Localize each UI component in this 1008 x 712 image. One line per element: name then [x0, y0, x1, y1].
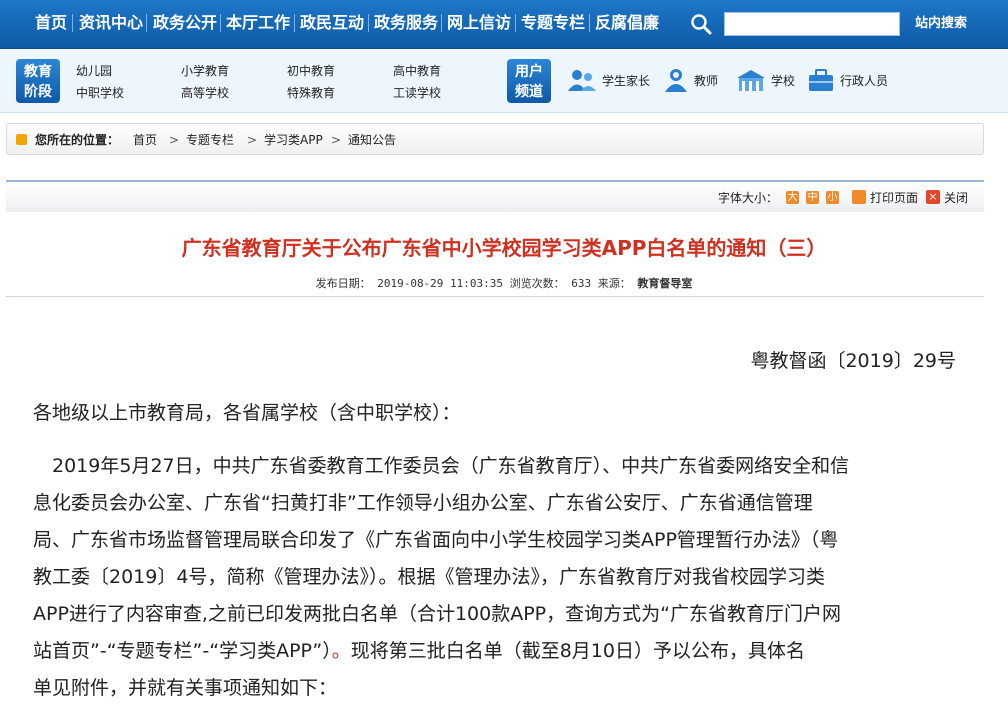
user-badge-line2: 频道: [515, 84, 543, 100]
stage-special[interactable]: 特殊教育: [287, 84, 335, 101]
title-divider: [6, 296, 984, 297]
location-icon: [16, 134, 27, 145]
user-type-label: 学生家长: [602, 73, 651, 88]
nav-divider: [368, 14, 369, 32]
stage-kindergarten[interactable]: 幼儿园: [76, 62, 112, 79]
meta-source-label: 来源：: [597, 277, 631, 290]
stage-reform[interactable]: 工读学校: [393, 84, 441, 101]
salutation: 各地级以上市教育局，各省属学校（含中职学校）：: [33, 402, 461, 424]
nav-divider: [146, 14, 147, 32]
school-icon: [737, 70, 765, 91]
stage-primary[interactable]: 小学教育: [181, 62, 229, 79]
body-line: 站首页”-“专题专栏”-“学习类APP”）。现将第三批白名单（截至8月10日）予…: [33, 633, 953, 670]
user-type-parents[interactable]: 学生家长: [566, 68, 650, 92]
nav-divider: [72, 14, 73, 32]
font-size-label: 字体大小：: [718, 191, 779, 205]
user-type-school[interactable]: 学校: [735, 68, 795, 92]
edu-badge-line1: 教育: [24, 64, 52, 80]
user-type-teacher[interactable]: 教师: [662, 68, 718, 92]
meta-views-label: 浏览次数：: [509, 277, 565, 290]
nav-divider: [589, 14, 590, 32]
briefcase-icon: [809, 69, 833, 91]
edu-badge-line2: 阶段: [24, 84, 52, 100]
breadcrumb-label: 您所在的位置：: [35, 133, 120, 147]
stage-higher[interactable]: 高等学校: [181, 84, 229, 101]
meta-source: 教育督导室: [637, 277, 693, 290]
print-icon[interactable]: [852, 190, 866, 204]
breadcrumb-special-topics[interactable]: 专题专栏: [186, 132, 234, 148]
breadcrumb-separator: >: [331, 133, 342, 147]
meta-date: 2019-08-29 11:03:35: [377, 277, 504, 290]
stage-junior[interactable]: 初中教育: [287, 62, 335, 79]
top-navigation: 首页 资讯中心 政务公开 本厅工作 政民互动 政务服务 网上信访 专题专栏 反腐…: [0, 0, 1008, 49]
breadcrumb: 您所在的位置： 首页 > 专题专栏 > 学习类APP > 通知公告: [6, 123, 984, 155]
body-text-highlight: 。: [331, 640, 351, 662]
site-search-button[interactable]: 站内搜索: [904, 12, 978, 36]
article-title: 广东省教育厅关于公布广东省中小学校园学习类APP白名单的通知（三）: [181, 236, 827, 260]
body-line: 教工委〔2019〕4号，简称《管理办法》）。根据《管理办法》，广东省教育厅对我省…: [33, 566, 825, 588]
search-icon[interactable]: [690, 13, 712, 35]
body-text: 现将第三批白名单（截至8月10日）予以公布，具体名: [350, 640, 805, 662]
article-toolbar: 字体大小： 大 中 小 打印页面 × 关闭: [6, 180, 984, 212]
body-line: 局、广东省市场监督管理局联合印发了《广东省面向中小学生校园学习类APP管理暂行办…: [33, 529, 839, 551]
edu-stage-badge: 教育 阶段: [16, 59, 60, 103]
nav-special-topics[interactable]: 专题专栏: [521, 12, 585, 34]
close-link[interactable]: 关闭: [944, 190, 968, 206]
nav-news-center[interactable]: 资讯中心: [79, 12, 143, 34]
body-line: 单见附件，并就有关事项通知如下：: [33, 677, 338, 699]
breadcrumb-learning-app[interactable]: 学习类APP: [264, 132, 323, 148]
breadcrumb-separator: >: [247, 133, 258, 147]
user-type-label: 行政人员: [840, 73, 889, 88]
nav-gov-open[interactable]: 政务公开: [153, 12, 217, 34]
user-type-admin[interactable]: 行政人员: [806, 68, 888, 92]
nav-petition[interactable]: 网上信访: [447, 12, 511, 34]
meta-views: 633: [571, 277, 592, 290]
article-meta: 发布日期： 2019-08-29 11:03:35 浏览次数： 633 来源： …: [0, 275, 1008, 291]
stage-senior[interactable]: 高中教育: [393, 62, 441, 79]
breadcrumb-home[interactable]: 首页: [133, 132, 157, 148]
breadcrumb-notices[interactable]: 通知公告: [348, 132, 396, 148]
parents-icon: [568, 70, 596, 91]
document-number: 粤教督函〔2019〕29号: [750, 350, 956, 372]
body-line: APP进行了内容审查,之前已印发两批白名单（合计100款APP，查询方式为“广东…: [33, 603, 841, 625]
body-line: 息化委员会办公室、广东省“扫黄打非”工作领导小组办公室、广东省公安厅、广东省通信…: [33, 492, 813, 514]
nav-divider: [515, 14, 516, 32]
nav-divider: [220, 14, 221, 32]
nav-anti-corruption[interactable]: 反腐倡廉: [595, 12, 659, 34]
body-line: 2019年5月27日，中共广东省委教育工作委员会（广东省教育厅）、中共广东省委网…: [33, 455, 850, 477]
nav-dept-work[interactable]: 本厅工作: [226, 12, 290, 34]
font-medium-button[interactable]: 中: [806, 191, 819, 204]
user-type-label: 学校: [771, 73, 796, 88]
search-input[interactable]: [724, 12, 900, 36]
nav-interaction[interactable]: 政民互动: [300, 12, 364, 34]
stage-vocational[interactable]: 中职学校: [76, 84, 124, 101]
article-body: 2019年5月27日，中共广东省委教育工作委员会（广东省教育厅）、中共广东省委网…: [33, 448, 953, 707]
print-page-link[interactable]: 打印页面: [870, 190, 918, 206]
font-large-button[interactable]: 大: [786, 191, 799, 204]
nav-home[interactable]: 首页: [35, 12, 67, 34]
font-small-button[interactable]: 小: [826, 191, 839, 204]
user-badge-line1: 用户: [515, 64, 543, 80]
nav-divider: [294, 14, 295, 32]
meta-date-label: 发布日期：: [315, 277, 371, 290]
teacher-icon: [665, 69, 687, 92]
breadcrumb-separator: >: [169, 133, 180, 147]
user-type-label: 教师: [694, 73, 719, 88]
body-text: 站首页”-“专题专栏”-“学习类APP”）: [33, 640, 332, 662]
nav-divider: [441, 14, 442, 32]
close-icon[interactable]: ×: [926, 190, 940, 204]
user-channel-badge: 用户 频道: [507, 59, 551, 103]
nav-gov-service[interactable]: 政务服务: [374, 12, 438, 34]
